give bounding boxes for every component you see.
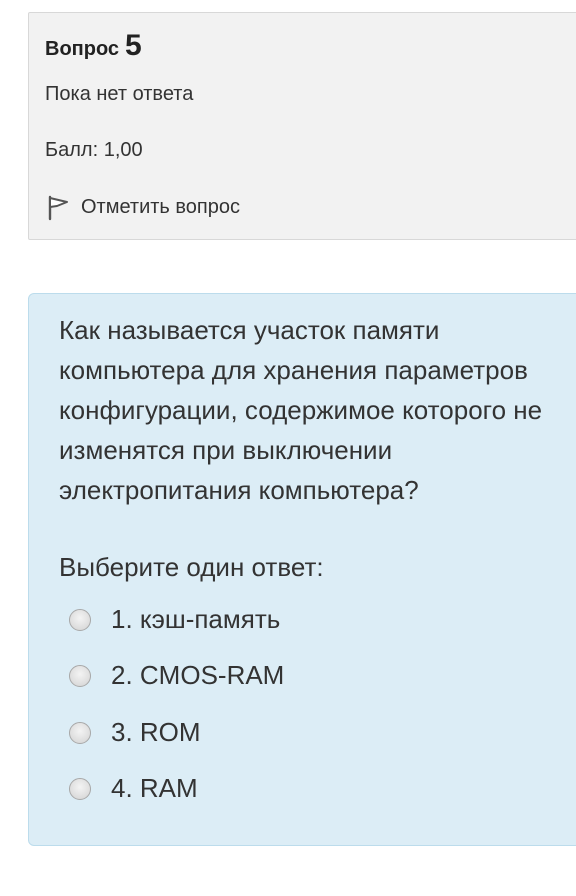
answer-prompt: Выберите один ответ: — [59, 552, 324, 582]
answer-option-1[interactable]: 1. кэш-память — [69, 604, 280, 635]
question-number: 5 — [125, 29, 142, 62]
radio-unchecked-icon[interactable] — [69, 664, 91, 687]
radio-unchecked-icon[interactable] — [69, 777, 91, 800]
question-text: Как называется участок памяти компьютера… — [59, 315, 543, 505]
question-grade: Балл: 1,00 — [45, 139, 143, 161]
question-formulation: Как называется участок памяти компьютера… — [28, 293, 576, 846]
question-info-panel: Вопрос 5 Пока нет ответа Балл: 1,00 Отмет… — [28, 12, 576, 240]
answer-option-4[interactable]: 4. RAM — [69, 773, 198, 804]
answer-option-label: 2. CMOS-RAM — [111, 660, 285, 690]
answer-option-label: 3. ROM — [111, 717, 201, 747]
question-label: Вопрос — [45, 38, 120, 60]
answer-option-label: 1. кэш-память — [111, 604, 281, 634]
answer-option-2[interactable]: 2. CMOS-RAM — [69, 660, 284, 691]
question-state: Пока нет ответа — [45, 83, 194, 105]
radio-unchecked-icon[interactable] — [69, 608, 91, 631]
radio-unchecked-icon[interactable] — [69, 721, 91, 744]
flag-question-label: Отметить вопрос — [81, 195, 240, 218]
question-heading: Вопрос 5 — [45, 29, 142, 63]
answer-option-label: 4. RAM — [111, 773, 198, 803]
flag-question-link[interactable]: Отметить вопрос — [45, 193, 240, 221]
answer-option-3[interactable]: 3. ROM — [69, 717, 201, 748]
flag-icon — [48, 195, 68, 221]
